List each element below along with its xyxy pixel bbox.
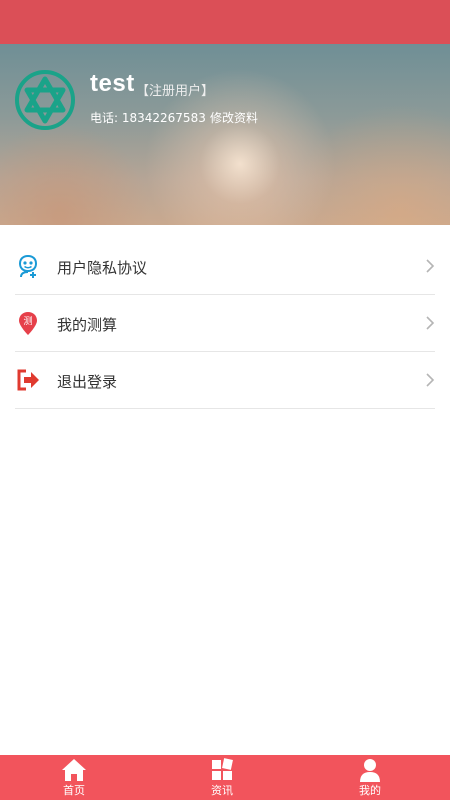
edit-profile-link[interactable]: 修改资料 [210, 109, 258, 126]
tab-mine[interactable]: 我的 [330, 755, 410, 800]
avatar[interactable] [14, 69, 76, 131]
privacy-user-icon [15, 253, 41, 279]
chevron-right-icon [425, 373, 435, 387]
star-of-david-avatar-icon [15, 70, 75, 130]
logout-icon [15, 367, 41, 393]
tab-label: 资讯 [211, 784, 233, 797]
svg-text:测: 测 [23, 316, 32, 327]
chevron-right-icon [425, 316, 435, 330]
menu-list: 用户隐私协议 测 我的测算 退出登录 [0, 238, 450, 409]
user-type-badge: 【注册用户】 [136, 84, 215, 99]
username: test [90, 70, 135, 97]
menu-item-logout[interactable]: 退出登录 [15, 352, 435, 409]
tab-news[interactable]: 资讯 [182, 755, 262, 800]
home-icon [61, 758, 87, 782]
chevron-right-icon [425, 259, 435, 273]
tab-home[interactable]: 首页 [34, 755, 114, 800]
menu-item-label: 我的测算 [57, 316, 118, 334]
profile-header: test 【注册用户】 电话: 18342267583 修改资料 [0, 44, 450, 225]
bottom-tab-bar: 首页 资讯 我的 [0, 755, 450, 800]
profile-icon [357, 758, 383, 782]
tab-label: 我的 [359, 784, 381, 797]
menu-item-my-calculation[interactable]: 测 我的测算 [15, 295, 435, 352]
news-grid-icon [209, 758, 235, 782]
menu-item-privacy-policy[interactable]: 用户隐私协议 [15, 238, 435, 295]
status-bar [0, 0, 450, 44]
menu-item-label: 退出登录 [57, 373, 118, 391]
phone-number: 电话: 18342267583 [90, 111, 206, 125]
calculation-pin-icon: 测 [15, 310, 41, 336]
tab-label: 首页 [63, 784, 85, 797]
menu-item-label: 用户隐私协议 [57, 259, 148, 277]
